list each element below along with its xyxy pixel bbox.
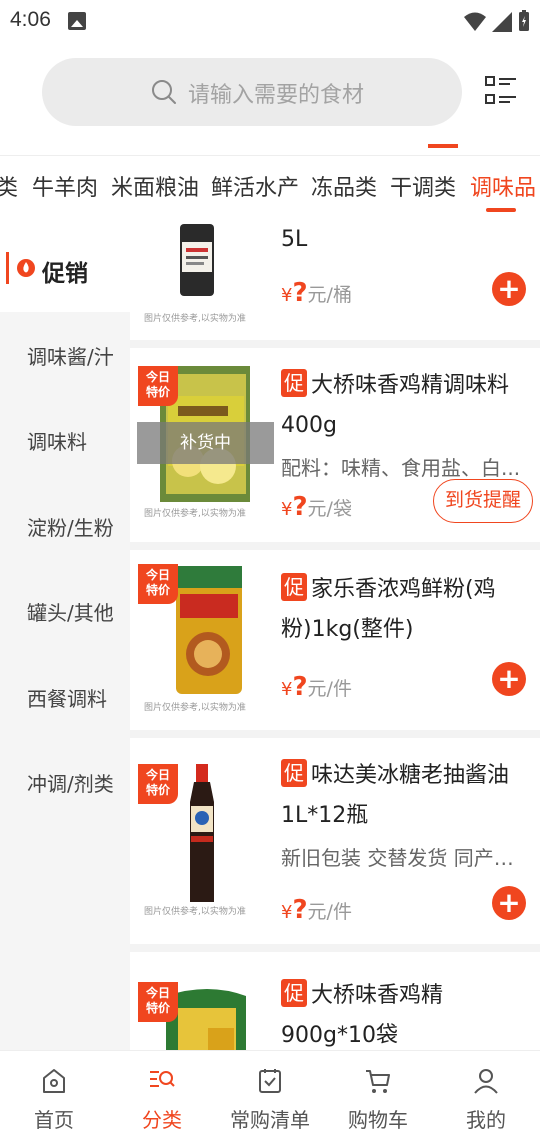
product-title: 促大桥味香鸡精900g*10袋	[281, 979, 444, 1048]
status-bar: 4:06	[0, 0, 540, 46]
status-time: 4:06	[10, 8, 51, 31]
sidebar-item[interactable]: 调味酱/汁	[27, 341, 114, 370]
product-description: 配料：味精、食用盐、白...	[281, 456, 521, 480]
sidebar-active-label: 促销	[42, 261, 88, 287]
user-icon	[474, 1069, 498, 1094]
nav-home[interactable]: 首页	[0, 1051, 108, 1140]
product-price: ¥?元/件	[281, 895, 352, 925]
image-note: 图片仅供参考,以实物为准	[144, 907, 246, 917]
product-price: ¥?元/桶	[281, 278, 352, 308]
search-input[interactable]: 请输入需要的食材	[42, 58, 462, 126]
signal-icon	[492, 12, 512, 32]
category-search-icon	[150, 1071, 175, 1087]
battery-icon	[519, 10, 529, 31]
add-to-cart-button[interactable]: +	[492, 886, 526, 920]
nav-category[interactable]: 分类	[108, 1051, 216, 1140]
product-title: 5L	[281, 227, 308, 252]
tab-category-active[interactable]: 调味品	[470, 170, 536, 202]
product-card[interactable]: 今日 特价 促大桥味香鸡精900g*10袋	[130, 952, 540, 1050]
promo-badge: 今日 特价	[138, 366, 178, 406]
sidebar-item[interactable]: 罐头/其他	[27, 597, 114, 626]
scroll-indicator	[428, 144, 458, 148]
hot-flame-icon	[17, 259, 35, 277]
restock-overlay: 补货中	[137, 422, 274, 464]
nav-label: 常购清单	[230, 1108, 310, 1132]
product-description: 新旧包装 交替发货 同产品...	[281, 846, 531, 870]
product-title: 促家乐香浓鸡鲜粉(鸡粉)1kg(整件)	[281, 573, 496, 642]
cart-icon	[366, 1070, 390, 1093]
sidebar-active-bar	[6, 252, 9, 284]
nav-profile[interactable]: 我的	[432, 1051, 540, 1140]
active-tab-underline	[486, 208, 516, 212]
tab-category[interactable]: 米面粮油	[111, 170, 199, 202]
tab-category[interactable]: 干调类	[390, 170, 456, 202]
nav-label: 我的	[466, 1108, 506, 1132]
tab-category[interactable]: 鲜活水产	[211, 170, 299, 202]
nav-label: 购物车	[348, 1108, 408, 1132]
product-card[interactable]: 今日 特价 图片仅供参考,以实物为准 促味达美冰糖老抽酱油1L*12瓶 新旧包装 …	[130, 738, 540, 944]
checklist-icon	[259, 1069, 281, 1093]
nav-frequent-list[interactable]: 常购清单	[216, 1051, 324, 1140]
tab-category[interactable]: 冻品类	[311, 170, 377, 202]
sidebar-item[interactable]: 西餐调料	[27, 683, 107, 712]
search-placeholder: 请输入需要的食材	[188, 83, 365, 108]
list-view-icon[interactable]	[484, 74, 518, 108]
product-list: 图片仅供参考,以实物为准 5L ¥?元/桶 + 今日 特价 补货中 图片仅供参考,…	[130, 224, 540, 1050]
product-image	[180, 224, 214, 296]
category-tabs: 类 牛羊肉 米面粮油 鲜活水产 冻品类 干调类 调味品	[0, 160, 540, 220]
nav-label: 首页	[34, 1108, 74, 1132]
promo-badge: 今日 特价	[138, 982, 178, 1022]
promo-badge: 今日 特价	[138, 564, 178, 604]
sidebar-item[interactable]: 冲调/剂类	[27, 768, 114, 797]
promo-badge: 今日 特价	[138, 764, 178, 804]
product-title: 促味达美冰糖老抽酱油1L*12瓶	[281, 759, 510, 828]
image-note: 图片仅供参考,以实物为准	[144, 703, 246, 713]
add-to-cart-button[interactable]: +	[492, 272, 526, 306]
bottom-nav: 首页 分类 常购清单 购物车 我的	[0, 1050, 540, 1140]
product-price: ¥?元/袋	[281, 492, 352, 522]
product-title: 促大桥味香鸡精调味料400g	[281, 369, 510, 438]
divider	[0, 155, 540, 156]
image-note: 图片仅供参考,以实物为准	[144, 509, 246, 519]
nav-label: 分类	[142, 1108, 182, 1132]
arrival-notify-button[interactable]: 到货提醒	[433, 479, 533, 523]
product-price: ¥?元/件	[281, 672, 352, 702]
sidebar-item[interactable]: 淀粉/生粉	[27, 512, 114, 541]
image-note: 图片仅供参考,以实物为准	[144, 314, 246, 324]
status-icons	[464, 10, 530, 32]
search-icon	[152, 80, 176, 104]
wifi-icon	[464, 12, 486, 31]
product-card[interactable]: 今日 特价 补货中 图片仅供参考,以实物为准 促大桥味香鸡精调味料400g 配料：…	[130, 348, 540, 542]
product-card[interactable]: 今日 特价 图片仅供参考,以实物为准 促家乐香浓鸡鲜粉(鸡粉)1kg(整件) ¥?…	[130, 550, 540, 730]
nav-cart[interactable]: 购物车	[324, 1051, 432, 1140]
tab-category[interactable]: 类	[0, 170, 18, 202]
sidebar-item[interactable]: 调味料	[27, 426, 87, 455]
tab-category[interactable]: 牛羊肉	[32, 170, 98, 202]
gallery-notification-icon	[68, 12, 86, 30]
add-to-cart-button[interactable]: +	[492, 662, 526, 696]
product-card[interactable]: 图片仅供参考,以实物为准 5L ¥?元/桶 +	[130, 224, 540, 340]
home-icon	[43, 1069, 65, 1093]
